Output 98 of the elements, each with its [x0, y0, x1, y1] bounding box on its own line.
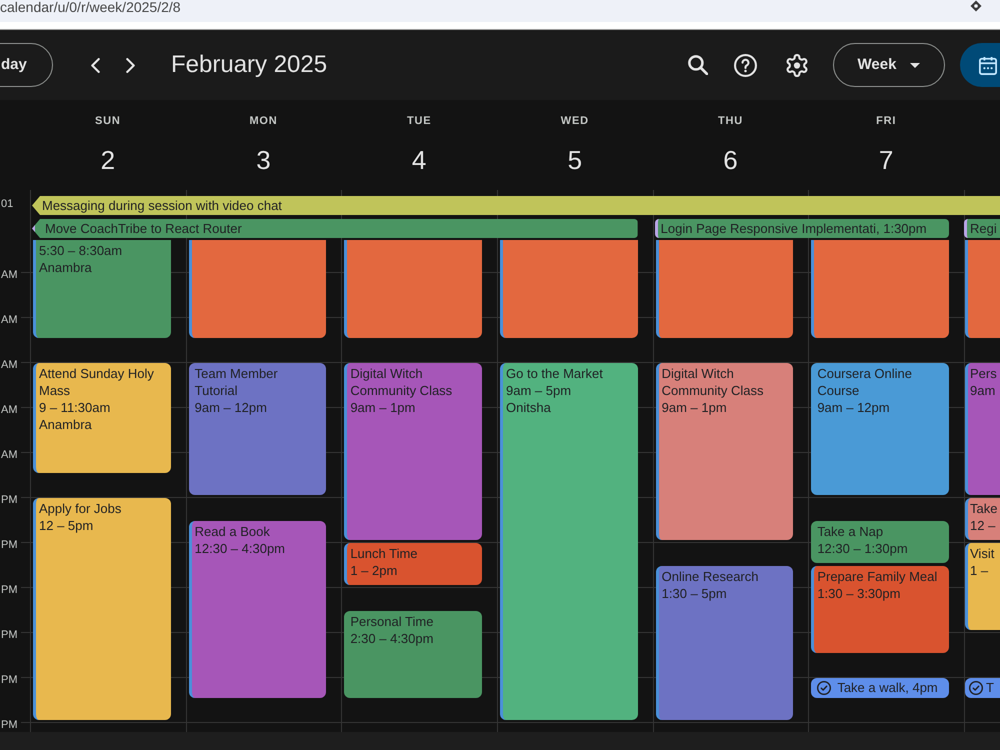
diamond-icon	[970, 0, 982, 12]
all-day-event[interactable]: Login Page Responsive Implementati, 1:30pm	[654, 219, 949, 238]
event-time: 2:30 – 4:30pm	[350, 630, 434, 646]
event-card[interactable]: Digital Witch Community Class 9am – 1pm	[344, 363, 482, 540]
timezone-label: 01	[0, 197, 14, 212]
event-time: 1:30 – 5pm	[662, 584, 728, 602]
weekday-label: MON	[249, 114, 278, 128]
event-card[interactable]: Take a Nap 12:30 – 1:30pm	[811, 520, 949, 562]
event-time: 9am – 1pm	[662, 399, 728, 416]
event-location: Onitsha	[506, 399, 552, 416]
calendar-icon	[979, 56, 997, 74]
date-number[interactable]: 4	[412, 143, 426, 177]
event-time: 12 – 5pm	[39, 517, 94, 534]
event-time: 1 –	[970, 562, 990, 579]
event-title: Go to the Market	[506, 365, 604, 382]
caret-down-icon	[910, 62, 920, 68]
weekday-label: WED	[560, 114, 589, 128]
chevron-left-icon	[90, 58, 100, 72]
calendar-view-button[interactable]	[960, 43, 1000, 87]
weekday-label: FRI	[876, 114, 896, 128]
time-label: AM	[1, 314, 18, 326]
event-location: Anambra	[39, 416, 93, 433]
event-time: 1:30 – 3:30pm	[817, 584, 902, 602]
chevron-right-icon	[126, 58, 134, 72]
weekday-label: TUE	[406, 114, 432, 128]
time-label: AM	[1, 448, 18, 462]
event-time: 9am – 1pm	[350, 399, 416, 416]
view-dropdown[interactable]: Week	[833, 43, 945, 87]
event-title: Online Research	[662, 568, 760, 584]
date-number[interactable]: 5	[568, 143, 582, 177]
event-card[interactable]: 5:30 – 8:30am Anambra	[33, 240, 171, 338]
weekday-label: SUN	[95, 114, 121, 128]
event-card[interactable]: Read a Book 12:30 – 4:30pm	[188, 520, 326, 698]
event-time: 5:30 – 8:30am	[39, 242, 124, 259]
event-title: Pers	[970, 365, 998, 382]
time-label: PM	[1, 718, 18, 732]
event-time: 12 –	[970, 517, 996, 534]
task-chip[interactable]: Take a walk, 4pm	[811, 678, 949, 698]
all-day-event[interactable]: Messaging during session with video chat	[32, 196, 1000, 215]
event-card[interactable]: Visit 1 –	[965, 543, 1000, 630]
event-card[interactable]: Digital Witch Community Class 9am – 1pm	[656, 363, 794, 540]
all-day-event[interactable]: Regi	[964, 219, 1000, 238]
event-card[interactable]: Apply for Jobs 12 – 5pm	[33, 498, 171, 720]
all-day-event[interactable]: Move CoachTribe to React Router	[32, 219, 638, 238]
event-title: Digital Witch Community Class	[662, 365, 765, 399]
time-label: AM	[1, 358, 18, 372]
event-title: Digital Witch Community Class	[350, 365, 454, 399]
event-title: Lunch Time	[350, 545, 419, 562]
today-button[interactable]: day	[0, 43, 53, 87]
check-circle-icon	[969, 681, 983, 695]
event-time: 9am – 5pm	[506, 382, 572, 399]
event-card[interactable]: Attend Sunday Holy Mass 9 – 11:30am Anambra	[33, 363, 171, 472]
event-card[interactable]: Go to the Market 9am – 5pm Onitsha	[500, 363, 638, 720]
weekday-label: THU	[718, 114, 743, 128]
event-time: 9am – 12pm	[194, 399, 268, 416]
event-card[interactable]: Prepare Family Meal 1:30 – 3:30pm	[811, 566, 949, 652]
time-label: PM	[1, 628, 18, 642]
event-title: Visit	[970, 545, 996, 562]
date-number[interactable]: 3	[256, 143, 271, 177]
time-label: AM	[1, 268, 18, 282]
event-location: Anambra	[39, 259, 93, 276]
search-icon	[688, 55, 708, 75]
event-time: 1 – 2pm	[350, 562, 398, 579]
event-card[interactable]: Team Member Tutorial 9am – 12pm	[188, 363, 326, 495]
event-card[interactable]: Lunch Time 1 – 2pm	[344, 543, 482, 585]
event-time: 12:30 – 4:30pm	[194, 540, 286, 556]
check-circle-icon	[817, 681, 832, 695]
event-time: 9am – 12pm	[817, 399, 891, 416]
time-label: PM	[1, 494, 18, 506]
event-title: Attend Sunday Holy Mass	[39, 365, 155, 399]
event-title: Personal Time	[350, 612, 434, 630]
settings-icon	[786, 54, 808, 76]
event-title: Read a Book	[194, 522, 271, 540]
date-number[interactable]: 6	[723, 143, 738, 177]
event-time: 9 – 11:30am	[39, 399, 112, 416]
time-label: PM	[1, 538, 18, 552]
date-number[interactable]: 2	[100, 143, 116, 177]
time-label: AM	[1, 404, 18, 416]
date-number[interactable]: 7	[878, 143, 894, 177]
event-title: Apply for Jobs	[39, 500, 122, 517]
event-title: Take	[970, 500, 998, 517]
event-card[interactable]: Coursera Online Course 9am – 12pm	[811, 363, 949, 495]
time-label: PM	[1, 584, 18, 596]
event-time: 12:30 – 1:30pm	[817, 540, 909, 556]
event-card[interactable]: Pers 9am	[965, 363, 1000, 495]
event-title: Take a Nap	[817, 522, 884, 540]
task-chip[interactable]: T	[965, 678, 1000, 698]
help-icon	[734, 54, 756, 76]
event-title: Coursera Online Course	[817, 365, 913, 399]
event-title: Team Member Tutorial	[194, 365, 279, 399]
time-label: PM	[1, 674, 18, 686]
event-title: Prepare Family Meal	[817, 568, 938, 584]
event-card[interactable]: Online Research 1:30 – 5pm	[656, 566, 794, 720]
address-bar[interactable]: calendar/u/0/r/week/2025/2/8	[0, 0, 1000, 22]
event-time: 9am	[970, 382, 996, 399]
event-card[interactable]: Personal Time 2:30 – 4:30pm	[344, 610, 482, 698]
month-title: February 2025	[171, 50, 328, 80]
event-card[interactable]: Take 12 –	[965, 498, 1000, 540]
